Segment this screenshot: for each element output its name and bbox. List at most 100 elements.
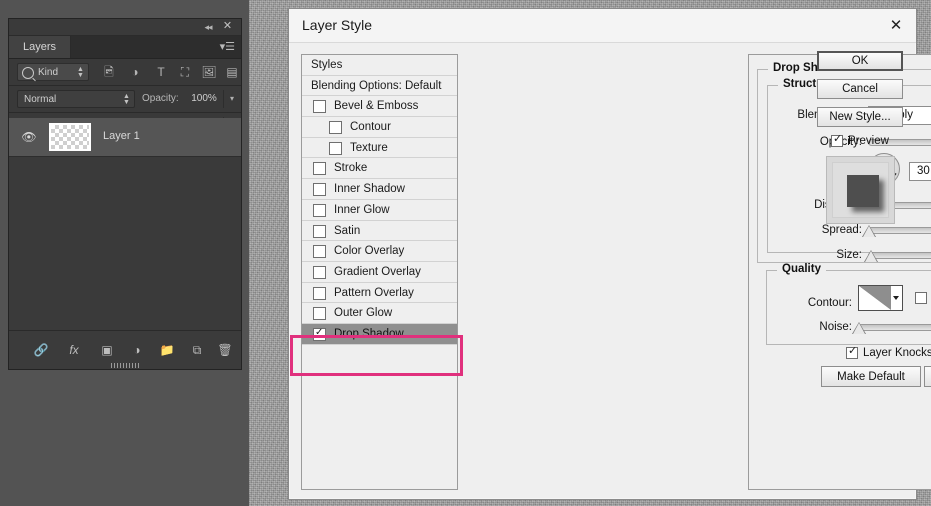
cancel-label: Cancel	[842, 83, 878, 95]
layers-panel-titlebar: ◂◂ ✕	[9, 19, 241, 36]
style-row-bevel-emboss[interactable]: Bevel & Emboss	[302, 96, 457, 118]
chevron-down-icon[interactable]: ▾	[223, 90, 240, 108]
close-icon[interactable]: ✕	[221, 20, 234, 33]
style-row-texture[interactable]: Texture	[302, 138, 457, 159]
make-default-button[interactable]: Make Default	[821, 366, 921, 387]
style-row-blending-options-default[interactable]: Blending Options: Default	[302, 76, 457, 97]
style-preview-thumbnail	[826, 156, 895, 224]
add-mask-icon[interactable]: ▣	[97, 340, 117, 360]
adjustment-layer-icon[interactable]: ◑	[127, 340, 147, 360]
style-row-color-overlay[interactable]: Color Overlay	[302, 241, 457, 262]
opacity-label: Opacity:	[142, 93, 179, 104]
layers-panel: ◂◂ ✕ Layers ▾☰ Kind ▲ ▼ 🖻 ◑ T ⛶ 🖼 ▤ Norma…	[8, 18, 242, 370]
panel-resize-grip[interactable]	[111, 363, 139, 368]
new-style-button[interactable]: New Style...	[817, 107, 903, 127]
style-checkbox[interactable]	[313, 307, 326, 321]
angle-input[interactable]: 30	[909, 162, 931, 181]
angle-value: 30	[917, 165, 930, 177]
fx-icon[interactable]: fx	[64, 340, 84, 360]
style-row-contour[interactable]: Contour	[302, 117, 457, 138]
style-checkbox[interactable]	[313, 203, 326, 217]
blend-mode-row: Normal ▲ ▼ Opacity: 100% ▾	[9, 86, 241, 113]
knockout-checkbox[interactable]: ✓	[846, 345, 858, 359]
layer-name[interactable]: Layer 1	[103, 130, 140, 142]
style-checkbox[interactable]	[313, 183, 326, 197]
style-row-label: Styles	[311, 59, 343, 71]
layer-filter-row: Kind ▲ ▼ 🖻 ◑ T ⛶ 🖼 ▤	[9, 59, 241, 86]
style-row-label: Gradient Overlay	[334, 265, 421, 278]
search-icon	[22, 67, 34, 79]
slider-knob[interactable]	[851, 322, 866, 334]
style-row-label: Satin	[334, 224, 361, 237]
style-row-drop-shadow[interactable]: ✓ Drop Shadow	[302, 323, 457, 345]
contour-linear-icon[interactable]	[858, 285, 903, 311]
spread-slider[interactable]	[861, 223, 931, 238]
new-layer-icon[interactable]: ⧉	[187, 340, 207, 360]
style-checkbox[interactable]	[329, 121, 342, 135]
style-row-inner-glow[interactable]: Inner Glow	[302, 200, 457, 221]
contour-label: Contour:	[807, 297, 852, 309]
blend-mode-dropdown[interactable]: Normal ▲ ▼	[17, 90, 135, 108]
link-layers-icon[interactable]: 🔗	[31, 340, 51, 360]
adjustment-filter-icon[interactable]: ◑	[127, 64, 143, 80]
noise-slider[interactable]	[851, 320, 931, 335]
style-checkbox[interactable]	[313, 100, 326, 114]
slider-knob[interactable]	[863, 250, 878, 262]
layer-thumbnail[interactable]	[49, 123, 91, 151]
style-row-label: Blending Options: Default	[311, 79, 442, 92]
delete-layer-icon[interactable]: 🗑	[215, 340, 235, 360]
ok-button[interactable]: OK	[817, 51, 903, 71]
panel-menu-icon[interactable]: ▾☰	[220, 40, 235, 54]
style-row-label: Outer Glow	[334, 307, 393, 320]
stepper-icon[interactable]: ▲ ▼	[77, 66, 84, 79]
smartobject-filter-icon[interactable]: 🖼	[201, 64, 217, 80]
style-row-label: Texture	[350, 141, 388, 154]
style-row-outer-glow[interactable]: Outer Glow	[302, 303, 457, 324]
filter-kind-label: Kind	[38, 67, 59, 78]
style-row-satin[interactable]: Satin	[302, 221, 457, 242]
style-checkbox[interactable]	[313, 286, 326, 300]
style-row-gradient-overlay[interactable]: Gradient Overlay	[302, 262, 457, 283]
style-checkbox[interactable]	[313, 224, 326, 238]
style-checkbox[interactable]	[313, 265, 326, 279]
new-group-icon[interactable]: 📁	[157, 340, 177, 360]
style-row-inner-shadow[interactable]: Inner Shadow	[302, 179, 457, 200]
layer-list: 👁 Layer 1	[9, 118, 241, 331]
cancel-button[interactable]: Cancel	[817, 79, 903, 99]
style-checkbox[interactable]	[329, 141, 342, 155]
shape-filter-icon[interactable]: ⛶	[177, 64, 193, 80]
close-icon[interactable]: ✕	[886, 16, 906, 36]
spread-label: Spread:	[821, 224, 862, 236]
style-row-pattern-overlay[interactable]: Pattern Overlay	[302, 283, 457, 304]
anti-aliased-checkbox[interactable]	[915, 292, 927, 304]
stepper-icon[interactable]: ▲ ▼	[123, 93, 130, 106]
new-style-label: New Style...	[829, 111, 891, 123]
chevron-down-icon[interactable]	[891, 286, 902, 310]
collapse-icon[interactable]: ◂◂	[201, 21, 215, 33]
list-item[interactable]: 👁 Layer 1	[9, 118, 241, 157]
preview-checkbox[interactable]: ✓	[831, 133, 843, 147]
style-row-stroke[interactable]: Stroke	[302, 158, 457, 180]
pixel-filter-icon[interactable]: 🖻	[101, 64, 117, 80]
tab-layers[interactable]: Layers	[9, 36, 72, 58]
filter-toggle-icon[interactable]: ▤	[224, 64, 240, 80]
type-filter-icon[interactable]: T	[153, 64, 169, 80]
styles-list: Styles Blending Options: Default Bevel & E…	[301, 54, 458, 490]
page-title: Layer Style	[302, 17, 373, 33]
ok-label: OK	[851, 55, 869, 67]
reset-to-default-button[interactable]: Reset to Default	[924, 366, 931, 387]
eye-icon[interactable]: 👁	[21, 129, 37, 145]
preview-label: Preview	[848, 135, 889, 147]
check-icon: ✓	[848, 345, 858, 357]
style-checkbox[interactable]	[313, 245, 326, 259]
size-slider[interactable]	[863, 248, 931, 263]
layers-panel-bottom-toolbar: 🔗 fx ▣ ◑ 📁 ⧉ 🗑	[9, 330, 241, 369]
style-row-styles[interactable]: Styles	[302, 55, 457, 76]
style-checkbox[interactable]	[313, 162, 326, 176]
opacity-value[interactable]: 100%	[185, 90, 223, 108]
noise-label: Noise:	[819, 321, 852, 333]
style-checkbox[interactable]: ✓	[313, 327, 326, 341]
style-row-label: Contour	[350, 121, 391, 134]
filter-kind-dropdown[interactable]: Kind ▲ ▼	[17, 63, 89, 81]
slider-knob[interactable]	[861, 225, 876, 237]
